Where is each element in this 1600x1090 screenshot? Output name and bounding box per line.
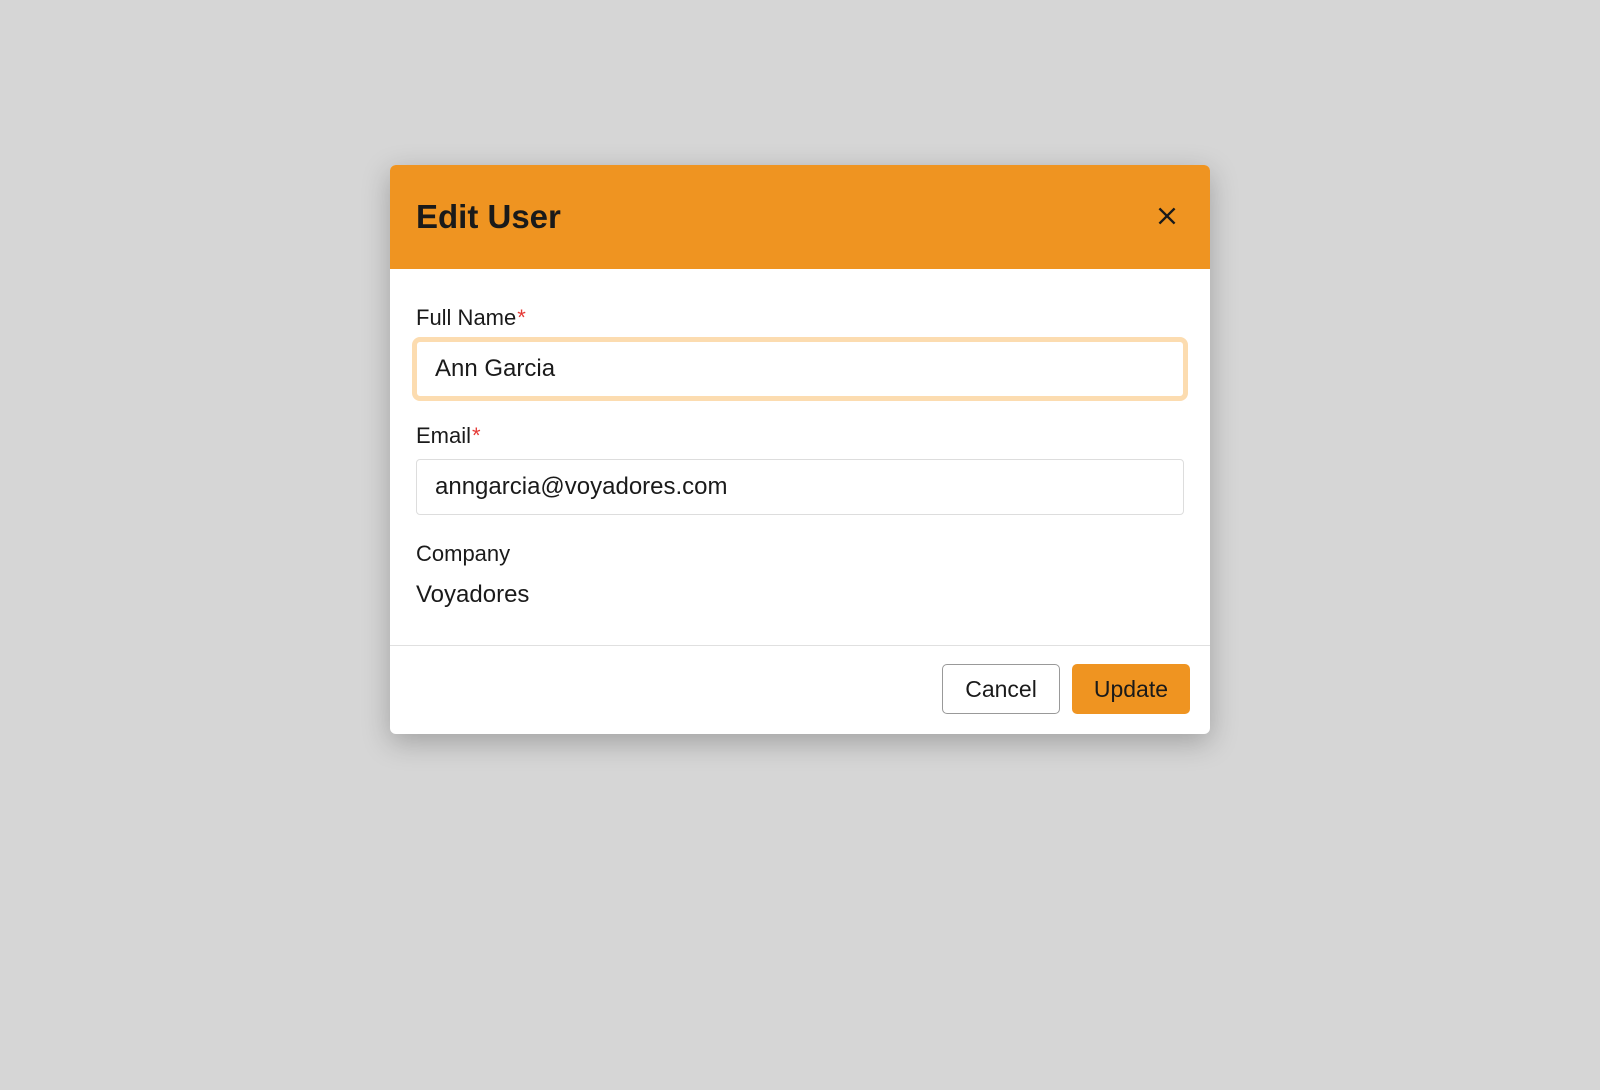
modal-body: Full Name* Email* Company Voyadores (390, 269, 1210, 645)
edit-user-modal: Edit User Full Name* Email* Company Voya… (390, 165, 1210, 734)
update-button[interactable]: Update (1072, 664, 1190, 714)
cancel-button[interactable]: Cancel (942, 664, 1060, 714)
company-label: Company (416, 541, 1184, 567)
email-input[interactable] (416, 459, 1184, 515)
company-value: Voyadores (416, 581, 1184, 609)
full-name-group: Full Name* (416, 305, 1184, 397)
full-name-label: Full Name* (416, 305, 1184, 331)
email-label-text: Email (416, 423, 471, 448)
modal-header: Edit User (390, 165, 1210, 269)
close-button[interactable] (1150, 199, 1184, 236)
required-indicator: * (472, 423, 481, 448)
full-name-input[interactable] (416, 341, 1184, 397)
email-label: Email* (416, 423, 1184, 449)
modal-footer: Cancel Update (390, 646, 1210, 734)
company-group: Company Voyadores (416, 541, 1184, 609)
close-icon (1154, 203, 1180, 229)
required-indicator: * (517, 305, 526, 330)
email-group: Email* (416, 423, 1184, 515)
full-name-label-text: Full Name (416, 305, 516, 330)
modal-title: Edit User (416, 198, 561, 236)
